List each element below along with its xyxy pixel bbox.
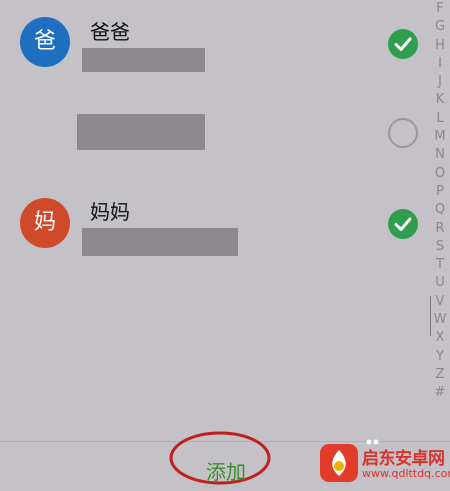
index-letter[interactable]: Q	[435, 201, 445, 219]
index-letter[interactable]: M	[434, 128, 445, 146]
contact-name: 爸爸	[90, 20, 130, 44]
alphabet-index[interactable]: F G H I J K L M N O P Q R S T U V W X Y Z #	[432, 0, 448, 403]
watermark-logo-icon	[320, 444, 358, 482]
watermark-title: 启东安卓网	[362, 449, 445, 469]
watermark-url: www.qdlttdq.com	[362, 467, 450, 480]
index-letter[interactable]: U	[435, 274, 445, 292]
index-letter[interactable]: #	[435, 384, 446, 402]
index-scroll-indicator	[430, 296, 431, 336]
avatar: 妈	[20, 198, 70, 248]
contact-row[interactable]	[0, 100, 430, 170]
add-button[interactable]: 添加	[190, 454, 262, 486]
check-icon	[394, 217, 412, 231]
checkbox-checked[interactable]	[388, 209, 418, 239]
index-letter[interactable]: V	[436, 293, 445, 311]
index-letter[interactable]: P	[436, 183, 444, 201]
index-letter[interactable]: H	[435, 37, 445, 55]
contact-name: 妈妈	[90, 200, 130, 224]
watermark: 启东安卓网 www.qdlttdq.com	[318, 438, 450, 488]
index-letter[interactable]: Y	[436, 348, 444, 366]
checkbox-checked[interactable]	[388, 29, 418, 59]
index-letter[interactable]: X	[436, 329, 445, 347]
redacted-contact	[77, 114, 205, 150]
index-letter[interactable]: W	[434, 311, 447, 329]
index-letter[interactable]: S	[436, 238, 444, 256]
index-letter[interactable]: I	[438, 55, 442, 73]
checkbox-unchecked[interactable]	[388, 118, 418, 148]
avatar: 爸	[20, 17, 70, 67]
index-letter[interactable]: L	[436, 110, 443, 128]
index-letter[interactable]: N	[435, 146, 445, 164]
index-letter[interactable]: J	[438, 73, 442, 91]
index-letter[interactable]: T	[436, 256, 444, 274]
index-letter[interactable]: G	[435, 18, 445, 36]
index-letter[interactable]: K	[436, 91, 445, 109]
contact-row[interactable]: 妈 妈妈	[0, 180, 430, 270]
index-letter[interactable]: R	[435, 220, 444, 238]
redacted-phone	[82, 228, 238, 256]
contact-row[interactable]: 爸 爸爸	[0, 0, 430, 90]
index-letter[interactable]: Z	[436, 366, 445, 384]
index-letter[interactable]: O	[435, 165, 445, 183]
contact-picker-screen: 爸 爸爸 妈 妈妈 F G H I J K L M N O P Q R S T U V W X Y Z # 添加	[0, 0, 450, 491]
redacted-phone	[82, 48, 205, 72]
check-icon	[394, 37, 412, 51]
index-letter[interactable]: F	[436, 0, 443, 18]
